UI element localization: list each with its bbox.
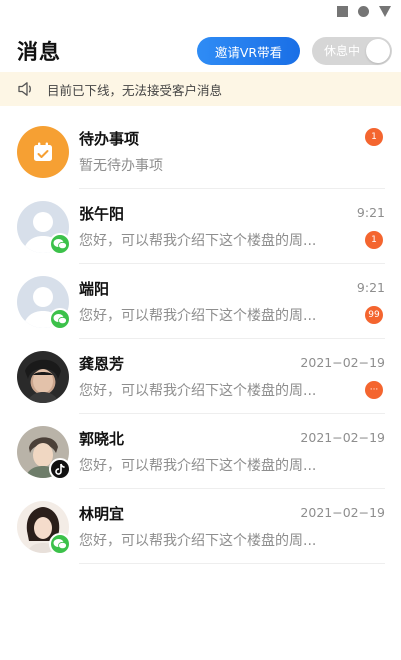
- message-preview: 您好，可以帮我介绍下这个楼盘的周...: [79, 458, 317, 474]
- message-preview: 您好，可以帮我介绍下这个楼盘的周...: [79, 308, 317, 324]
- conversation-content: 郭晓北 2021−02−19 您好，可以帮我介绍下这个楼盘的周...: [79, 414, 385, 489]
- message-preview: 您好，可以帮我介绍下这个楼盘的周...: [79, 383, 317, 399]
- wechat-icon: [49, 533, 71, 555]
- contact-name: 郭晓北: [79, 430, 125, 448]
- contact-name: 林明宜: [79, 505, 125, 523]
- recent-apps-icon: [337, 6, 348, 17]
- todo-row[interactable]: 待办事项 暂无待办事项 1: [0, 114, 401, 189]
- header: 消息 邀请VR带看 休息中: [0, 26, 401, 72]
- unread-count-badge: ···: [365, 381, 383, 399]
- message-time: 9:21: [356, 205, 385, 220]
- conversation-row[interactable]: 龚恩芳 2021−02−19 您好，可以帮我介绍下这个楼盘的周... ···: [0, 339, 401, 414]
- contact-name: 张午阳: [79, 205, 125, 223]
- conversation-row[interactable]: 林明宜 2021−02−19 您好，可以帮我介绍下这个楼盘的周...: [0, 489, 401, 564]
- conversation-row[interactable]: 张午阳 9:21 您好，可以帮我介绍下这个楼盘的周... 1: [0, 189, 401, 264]
- contact-name: 端阳: [79, 280, 110, 298]
- conversation-content: 龚恩芳 2021−02−19 您好，可以帮我介绍下这个楼盘的周... ···: [79, 339, 385, 414]
- message-preview: 您好，可以帮我介绍下这个楼盘的周...: [79, 533, 317, 549]
- message-time: 2021−02−19: [300, 355, 385, 370]
- toggle-knob: [366, 39, 390, 63]
- todo-title: 待办事项: [79, 130, 140, 148]
- conversation-content: 张午阳 9:21 您好，可以帮我介绍下这个楼盘的周... 1: [79, 189, 385, 264]
- conversation-row[interactable]: 端阳 9:21 您好，可以帮我介绍下这个楼盘的周... 99: [0, 264, 401, 339]
- contact-avatar: [17, 426, 71, 480]
- status-icons: [337, 6, 391, 17]
- contact-avatar: [17, 351, 69, 403]
- message-time: 2021−02−19: [300, 430, 385, 445]
- message-list: 待办事项 暂无待办事项 1 张午阳 9:21 您好，可以帮我介绍下这个楼盘的周.…: [0, 114, 401, 564]
- photo-avatar: [17, 351, 69, 403]
- home-icon: [358, 6, 369, 17]
- page-title: 消息: [17, 40, 61, 64]
- todo-content: 待办事项 暂无待办事项 1: [79, 114, 385, 189]
- todo-subtitle: 暂无待办事项: [79, 158, 163, 174]
- contact-avatar: [17, 276, 71, 330]
- wechat-icon: [49, 233, 71, 255]
- offline-notice-text: 目前已下线，无法接受客户消息: [47, 82, 223, 98]
- todo-icon-circle: [17, 126, 69, 178]
- todo-count-badge: 1: [365, 128, 383, 146]
- conversation-content: 端阳 9:21 您好，可以帮我介绍下这个楼盘的周... 99: [79, 264, 385, 339]
- tiktok-icon: [49, 458, 71, 480]
- back-icon: [379, 6, 391, 17]
- unread-count-badge: 1: [365, 231, 383, 249]
- rest-status-label: 休息中: [324, 44, 361, 58]
- conversation-row[interactable]: 郭晓北 2021−02−19 您好，可以帮我介绍下这个楼盘的周...: [0, 414, 401, 489]
- offline-notice-bar: 目前已下线，无法接受客户消息: [0, 72, 401, 106]
- portrait-icon: [25, 359, 61, 403]
- contact-avatar: [17, 501, 71, 555]
- todo-avatar: [17, 126, 69, 178]
- unread-count-badge: 99: [365, 306, 383, 324]
- status-bar: [0, 0, 401, 26]
- contact-avatar: [17, 201, 71, 255]
- contact-name: 龚恩芳: [79, 355, 125, 373]
- message-time: 2021−02−19: [300, 505, 385, 520]
- speaker-icon: [18, 82, 31, 96]
- calendar-check-icon: [34, 142, 52, 161]
- rest-status-toggle[interactable]: 休息中: [312, 37, 392, 65]
- message-preview: 您好，可以帮我介绍下这个楼盘的周...: [79, 233, 317, 249]
- invite-vr-button[interactable]: 邀请VR带看: [197, 37, 300, 65]
- conversation-content: 林明宜 2021−02−19 您好，可以帮我介绍下这个楼盘的周...: [79, 489, 385, 564]
- message-time: 9:21: [356, 280, 385, 295]
- wechat-icon: [49, 308, 71, 330]
